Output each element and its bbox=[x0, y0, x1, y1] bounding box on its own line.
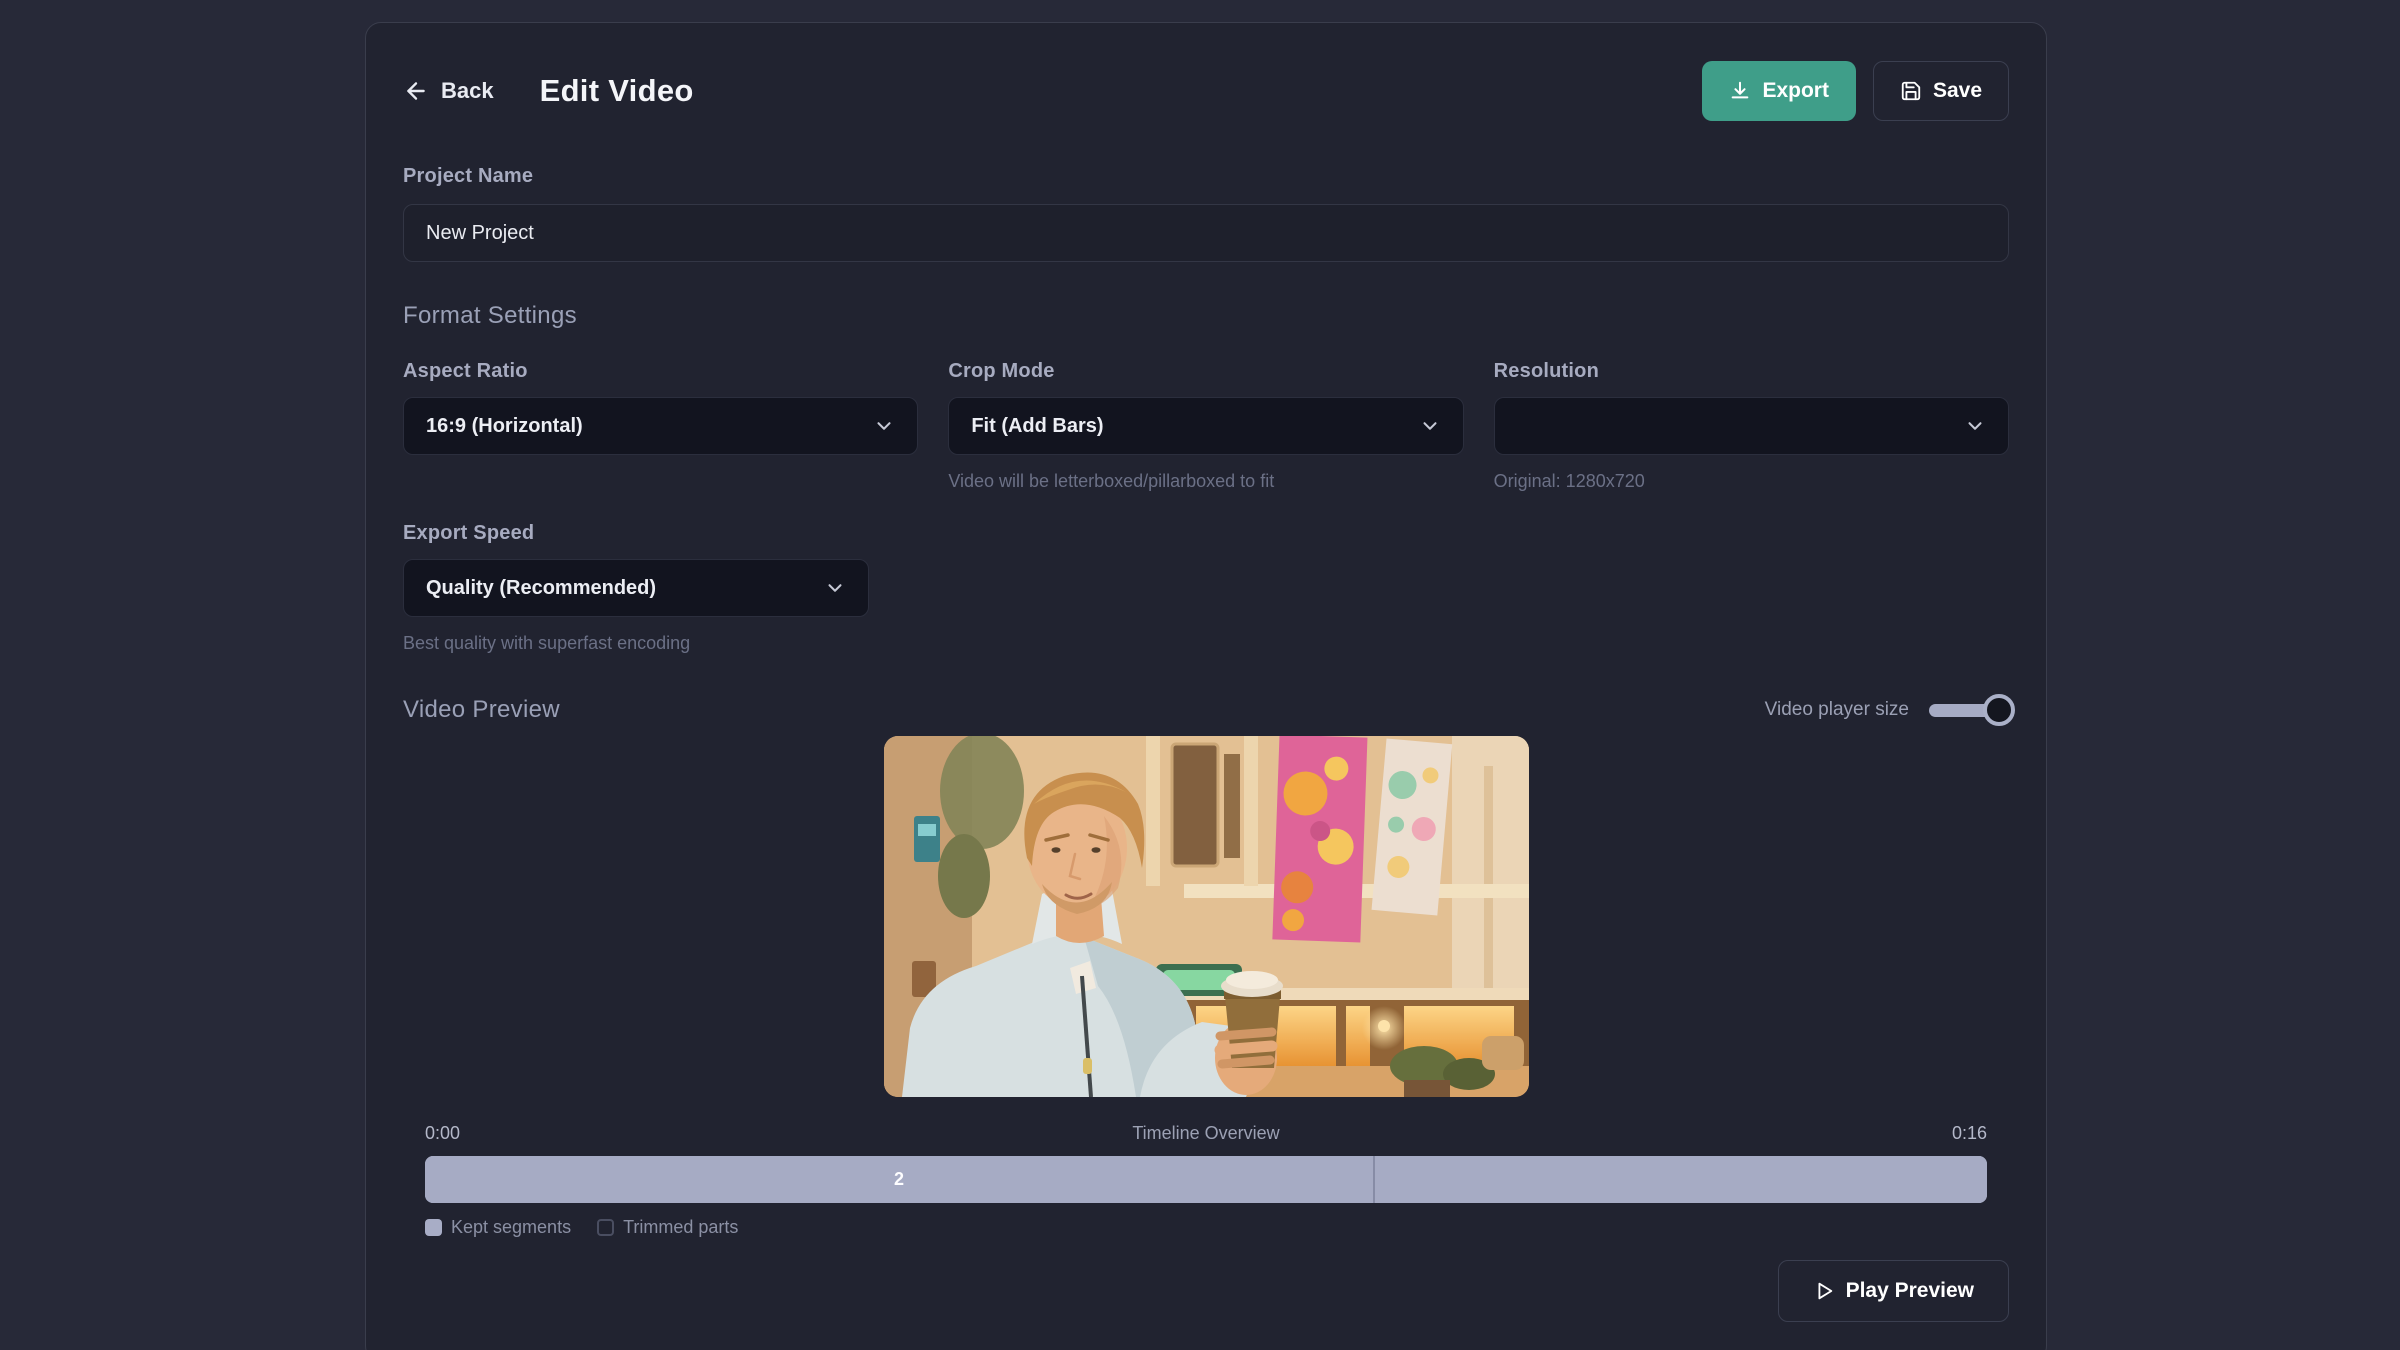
arrow-left-icon bbox=[403, 78, 429, 104]
export-speed-field: Export Speed Quality (Recommended) Best … bbox=[403, 522, 918, 654]
aspect-ratio-label: Aspect Ratio bbox=[403, 360, 918, 383]
header: Back Edit Video Export Save bbox=[403, 61, 2009, 121]
timeline-bar[interactable]: 2 bbox=[425, 1156, 1987, 1203]
legend-kept-label: Kept segments bbox=[451, 1217, 571, 1238]
play-icon bbox=[1813, 1280, 1835, 1302]
edit-video-panel: Back Edit Video Export Save bbox=[365, 22, 2047, 1350]
page-title: Edit Video bbox=[540, 73, 694, 109]
project-name-input[interactable]: New Project bbox=[403, 204, 2009, 262]
download-icon bbox=[1729, 80, 1751, 102]
timeline-overview: 0:00 Timeline Overview 0:16 2 Kept segme… bbox=[425, 1123, 1987, 1238]
video-still-illustration bbox=[884, 736, 1529, 1097]
format-settings-title: Format Settings bbox=[403, 302, 2009, 330]
crop-mode-helper: Video will be letterboxed/pillarboxed to… bbox=[948, 471, 1463, 492]
export-speed-value: Quality (Recommended) bbox=[426, 577, 656, 600]
kept-segment-swatch bbox=[425, 1219, 442, 1236]
export-label: Export bbox=[1762, 79, 1829, 103]
export-button[interactable]: Export bbox=[1702, 61, 1856, 121]
chevron-down-icon bbox=[1419, 415, 1441, 437]
segment-label: 2 bbox=[894, 1169, 904, 1190]
play-preview-label: Play Preview bbox=[1846, 1279, 1974, 1303]
timeline-start-time: 0:00 bbox=[425, 1123, 460, 1144]
resolution-field: Resolution Original: 1280x720 bbox=[1494, 360, 2009, 492]
back-label: Back bbox=[441, 78, 494, 104]
export-speed-label: Export Speed bbox=[403, 522, 918, 545]
video-preview-player[interactable] bbox=[884, 736, 1529, 1097]
chevron-down-icon bbox=[1964, 415, 1986, 437]
save-icon bbox=[1900, 80, 1922, 102]
chevron-down-icon bbox=[873, 415, 895, 437]
timeline-end-time: 0:16 bbox=[1952, 1123, 1987, 1144]
play-preview-button[interactable]: Play Preview bbox=[1778, 1260, 2009, 1322]
player-size-label: Video player size bbox=[1765, 699, 1909, 721]
project-name-value: New Project bbox=[426, 222, 534, 245]
crop-mode-field: Crop Mode Fit (Add Bars) Video will be l… bbox=[948, 360, 1463, 492]
crop-mode-value: Fit (Add Bars) bbox=[971, 415, 1103, 438]
crop-mode-label: Crop Mode bbox=[948, 360, 1463, 383]
player-size-slider[interactable] bbox=[1929, 704, 2009, 717]
export-speed-helper: Best quality with superfast encoding bbox=[403, 633, 918, 654]
aspect-ratio-select[interactable]: 16:9 (Horizontal) bbox=[403, 397, 918, 455]
save-button[interactable]: Save bbox=[1873, 61, 2009, 121]
aspect-ratio-field: Aspect Ratio 16:9 (Horizontal) bbox=[403, 360, 918, 492]
trimmed-parts-swatch bbox=[597, 1219, 614, 1236]
timeline-title: Timeline Overview bbox=[1132, 1123, 1279, 1144]
crop-mode-select[interactable]: Fit (Add Bars) bbox=[948, 397, 1463, 455]
project-name-label: Project Name bbox=[403, 165, 2009, 188]
timeline-segment[interactable]: 2 bbox=[425, 1156, 1373, 1203]
video-preview-title: Video Preview bbox=[403, 696, 560, 724]
save-label: Save bbox=[1933, 79, 1982, 103]
timeline-segment[interactable] bbox=[1373, 1156, 1987, 1203]
back-button[interactable]: Back bbox=[403, 78, 494, 104]
legend-trimmed: Trimmed parts bbox=[597, 1217, 738, 1238]
aspect-ratio-value: 16:9 (Horizontal) bbox=[426, 415, 583, 438]
resolution-helper: Original: 1280x720 bbox=[1494, 471, 2009, 492]
player-size-slider-thumb[interactable] bbox=[1983, 694, 2015, 726]
export-speed-select[interactable]: Quality (Recommended) bbox=[403, 559, 869, 617]
resolution-select[interactable] bbox=[1494, 397, 2009, 455]
legend-kept: Kept segments bbox=[425, 1217, 571, 1238]
legend-trimmed-label: Trimmed parts bbox=[623, 1217, 738, 1238]
chevron-down-icon bbox=[824, 577, 846, 599]
resolution-label: Resolution bbox=[1494, 360, 2009, 383]
